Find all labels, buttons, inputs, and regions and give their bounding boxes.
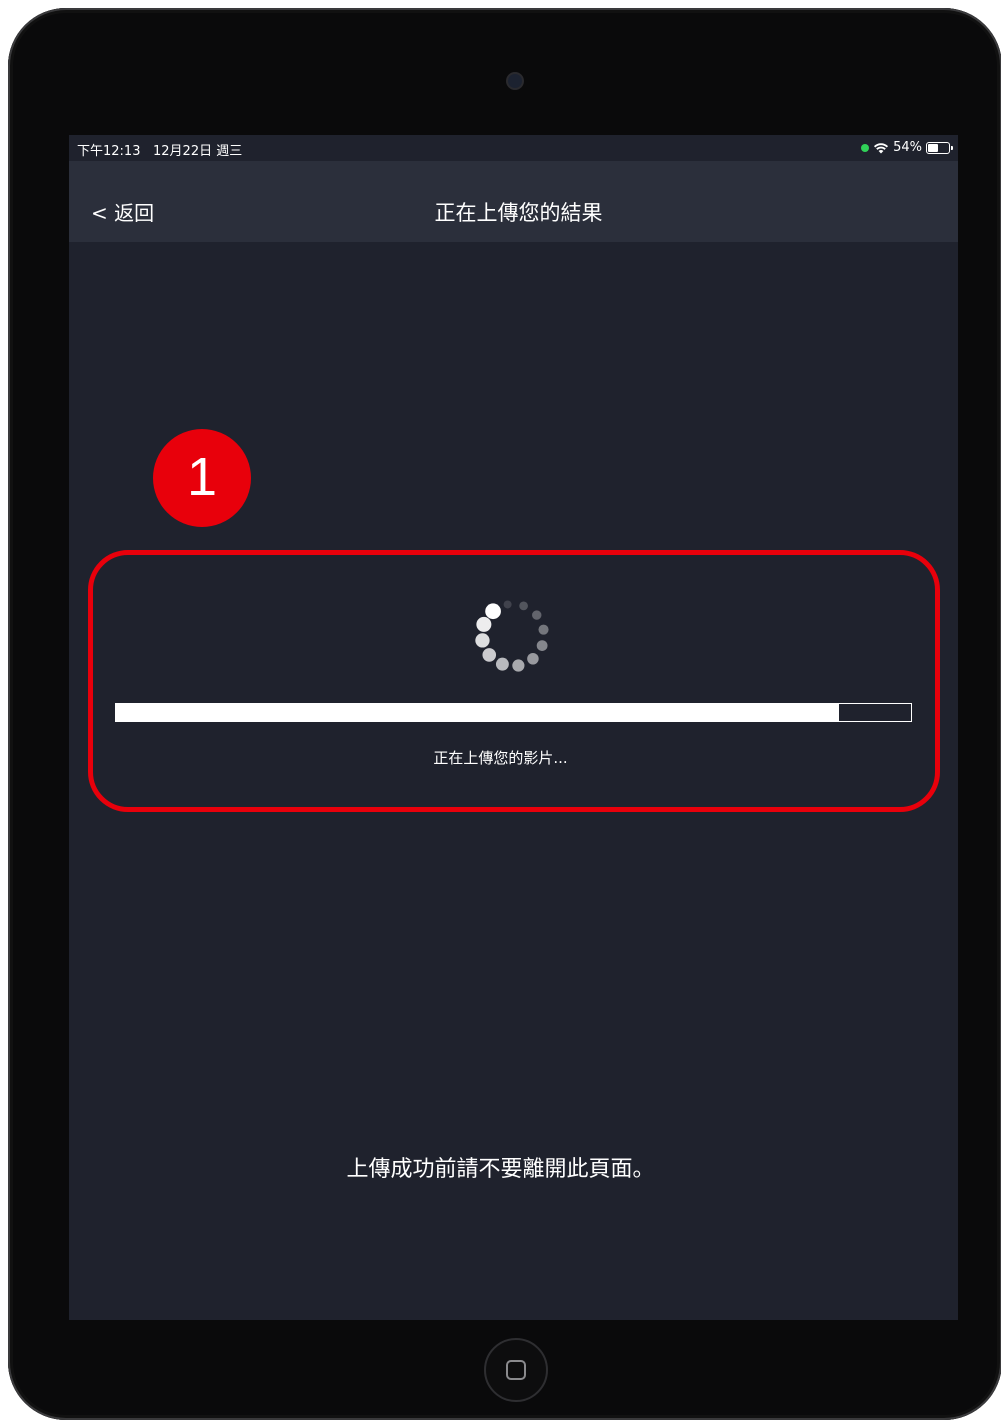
spinner-dot bbox=[475, 633, 490, 648]
spinner-dot bbox=[538, 624, 549, 635]
status-bar: 下午12:13 12月22日 週三 54% bbox=[69, 135, 958, 161]
spinner-dot bbox=[527, 652, 539, 665]
upload-progress-bar bbox=[115, 703, 912, 722]
wifi-icon bbox=[874, 142, 889, 153]
battery-percent: 54% bbox=[893, 140, 922, 155]
spinner-dot bbox=[482, 648, 497, 662]
upload-status-text: 正在上傳您的影片... bbox=[433, 749, 568, 767]
battery-icon bbox=[926, 141, 953, 154]
page-title: 正在上傳您的結果 bbox=[434, 201, 603, 225]
loading-spinner-icon bbox=[475, 600, 549, 672]
spinner-dot bbox=[532, 610, 542, 620]
front-camera bbox=[508, 74, 522, 88]
status-indicators: 54% bbox=[861, 140, 953, 155]
status-date: 12月22日 週三 bbox=[153, 144, 243, 159]
spinner-dot bbox=[519, 601, 528, 611]
spinner-dot bbox=[476, 616, 492, 632]
battery-level-fill bbox=[928, 143, 938, 152]
spinner-dot bbox=[495, 657, 509, 671]
upload-progress-fill bbox=[116, 704, 840, 721]
privacy-indicator-icon bbox=[861, 143, 870, 152]
navigation-bar: < 返回 正在上傳您的結果 bbox=[69, 161, 958, 242]
home-square-icon bbox=[506, 1360, 526, 1380]
footer-notice: 上傳成功前請不要離開此頁面。 bbox=[346, 1157, 655, 1182]
spinner-dot bbox=[485, 603, 501, 620]
spinner-dot bbox=[503, 600, 512, 609]
spinner-dot bbox=[512, 659, 525, 672]
home-button[interactable] bbox=[484, 1338, 548, 1402]
highlight-outline bbox=[88, 550, 940, 812]
battery-nub bbox=[951, 145, 953, 150]
spinner-dot bbox=[536, 640, 548, 652]
status-time: 下午12:13 bbox=[77, 144, 141, 159]
step-callout-badge: 1 bbox=[153, 429, 251, 527]
